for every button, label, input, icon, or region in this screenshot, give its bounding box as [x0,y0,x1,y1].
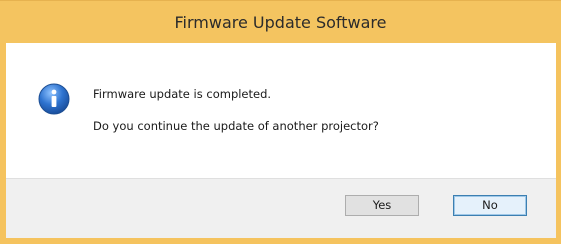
window-title: Firmware Update Software [174,13,387,32]
message-line-1: Firmware update is completed. [93,87,272,101]
info-icon [38,83,70,115]
window-frame-bottom [0,238,561,244]
title-bar[interactable]: Firmware Update Software [0,1,561,43]
no-button[interactable]: No [453,195,527,216]
message-dialog: Firmware Update Software Firmware update… [0,0,561,244]
window-frame-right [556,43,561,244]
yes-button[interactable]: Yes [345,195,419,216]
message-line-2: Do you continue the update of another pr… [93,119,379,133]
